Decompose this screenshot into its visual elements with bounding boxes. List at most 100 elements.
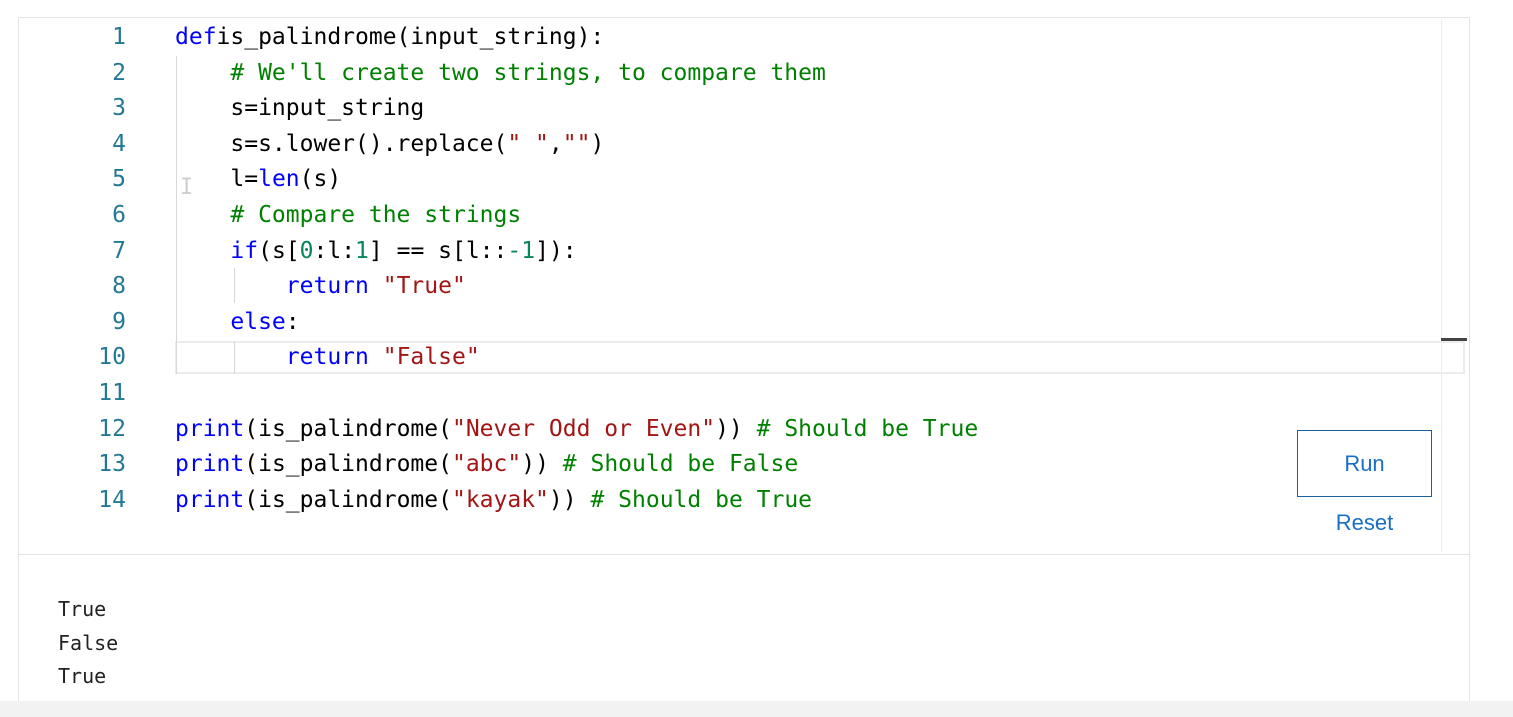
code-line[interactable]: 7 if(s[0:l:1] == s[l::-1]): <box>0 234 1440 269</box>
code-text[interactable]: print(is_palindrome("abc")) # Should be … <box>175 447 798 482</box>
scrollbar-track[interactable] <box>1441 20 1442 552</box>
code-line[interactable]: 3 s=input_string <box>0 91 1440 126</box>
code-token: , <box>548 130 563 157</box>
code-line[interactable]: 2 # We'll create two strings, to compare… <box>0 56 1440 91</box>
line-number: 7 <box>112 237 126 264</box>
code-token: return <box>285 344 369 371</box>
code-line[interactable]: 1 defis_palindrome(input_string): <box>0 20 1440 55</box>
line-number: 13 <box>98 451 126 478</box>
code-text[interactable]: s=input_string <box>175 91 424 126</box>
code-token: )) <box>521 451 549 478</box>
code-token: "Never Odd or Even" <box>451 415 716 442</box>
page-bottom-strip <box>0 701 1513 717</box>
line-number: 12 <box>98 415 126 442</box>
code-text[interactable]: s=s.lower().replace(" ","") <box>175 127 604 162</box>
code-line[interactable]: 10 return "False" <box>0 340 1440 375</box>
code-line[interactable]: 11 <box>0 376 1440 411</box>
code-token: is_palindrome(input_string): <box>216 24 605 50</box>
code-line[interactable]: 6 # Compare the strings <box>0 198 1440 233</box>
code-token: )) <box>715 415 743 442</box>
code-token: # Should be True <box>590 486 813 513</box>
code-token: "" <box>562 130 591 157</box>
code-token: : <box>285 308 300 335</box>
line-number: 3 <box>112 95 126 122</box>
code-token: "True" <box>382 273 466 300</box>
code-token: return <box>285 273 369 300</box>
output-panel <box>18 554 1470 703</box>
line-number: 1 <box>112 24 126 50</box>
code-text[interactable]: l=len(s) <box>175 162 341 197</box>
line-number: 9 <box>112 308 126 335</box>
line-number: 5 <box>112 166 126 193</box>
code-token: if <box>230 237 259 264</box>
code-token: # Should be False <box>562 451 799 478</box>
code-token: 0 <box>299 237 314 264</box>
code-token: -1 <box>507 237 536 264</box>
code-token: " " <box>507 130 549 157</box>
line-number: 10 <box>98 344 126 371</box>
code-token: "abc" <box>451 451 522 478</box>
output-line: True <box>58 597 107 621</box>
text-cursor-icon: I <box>180 175 194 200</box>
code-token: ] == s[l:: <box>368 237 508 264</box>
code-text[interactable]: # We'll create two strings, to compare t… <box>175 56 826 91</box>
line-number: 4 <box>112 130 126 157</box>
code-token: (is_palindrome( <box>244 415 452 442</box>
code-token: (s) <box>299 166 342 193</box>
code-token: else <box>230 308 286 335</box>
code-token: (is_palindrome( <box>244 451 452 478</box>
code-token: print <box>175 451 245 478</box>
code-token: (is_palindrome( <box>244 486 452 513</box>
code-token: )) <box>548 486 577 513</box>
code-token: :l: <box>313 237 356 264</box>
code-text[interactable]: else: <box>175 305 300 340</box>
code-token: # Should be True <box>756 415 979 442</box>
code-token: s=input_string <box>175 95 425 122</box>
code-text[interactable]: # Compare the strings <box>175 198 521 233</box>
code-token: print <box>175 486 245 513</box>
line-number: 14 <box>98 486 126 513</box>
code-token: (s[ <box>258 237 300 264</box>
output-line: True <box>58 664 107 688</box>
code-text[interactable]: return "True" <box>175 269 466 304</box>
code-text[interactable]: if(s[0:l:1] == s[l::-1]): <box>175 234 577 269</box>
output-line: False <box>58 630 119 655</box>
line-number: 11 <box>98 380 126 406</box>
reset-link[interactable]: Reset <box>1297 510 1432 536</box>
code-text[interactable]: defis_palindrome(input_string): <box>175 20 604 55</box>
code-line[interactable]: 5 l=len(s) <box>0 162 1440 197</box>
code-line[interactable]: 8 return "True" <box>0 269 1440 304</box>
code-token: # We'll create two strings, to compare t… <box>230 59 826 86</box>
code-token: "kayak" <box>451 486 549 513</box>
code-line[interactable]: 14 print(is_palindrome("kayak")) # Should… <box>0 483 1440 518</box>
code-text[interactable]: print(is_palindrome("kayak")) # Should b… <box>175 483 812 518</box>
code-text[interactable]: return "False" <box>175 340 480 375</box>
code-line[interactable]: 9 else: <box>0 305 1440 340</box>
line-number: 8 <box>112 273 126 300</box>
line-number: 2 <box>112 59 126 86</box>
code-token: s=s.lower().replace( <box>175 130 508 157</box>
code-line[interactable]: 12 print(is_palindrome("Never Odd or Even… <box>0 412 1440 447</box>
code-token: print <box>175 415 245 442</box>
code-token: 1 <box>355 237 369 264</box>
code-token: ) <box>590 130 605 157</box>
code-token: def <box>175 24 217 50</box>
code-line[interactable]: 13 print(is_palindrome("abc")) # Should b… <box>0 447 1440 482</box>
code-text[interactable]: print(is_palindrome("Never Odd or Even")… <box>175 412 978 447</box>
code-token: ]): <box>535 237 577 264</box>
code-token: len <box>258 166 300 193</box>
line-number: 6 <box>112 202 126 228</box>
run-button[interactable]: Run <box>1297 430 1432 497</box>
code-line[interactable]: 4 s=s.lower().replace(" ","") <box>0 127 1440 162</box>
